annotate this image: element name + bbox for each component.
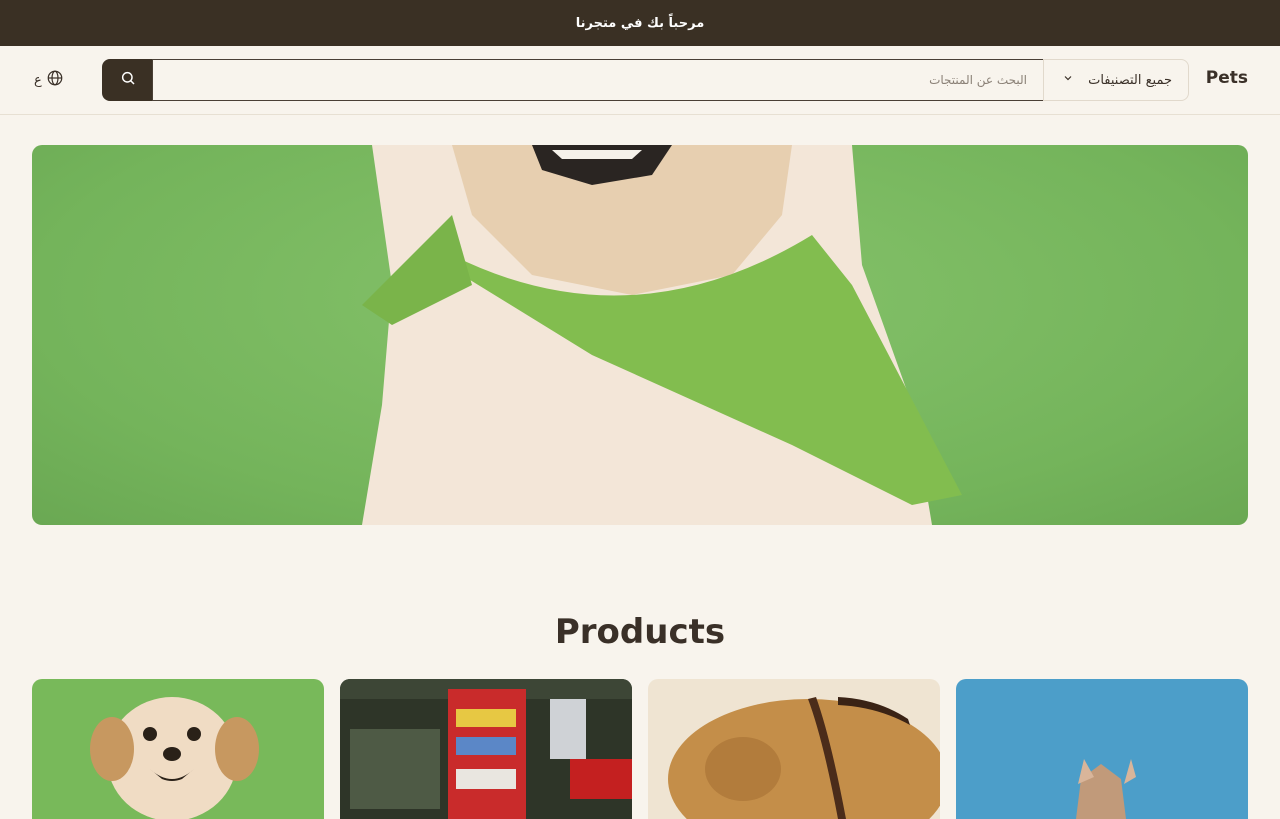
hero-banner[interactable] (32, 145, 1248, 525)
site-header: ع جميع التصنيفات Pets (0, 46, 1280, 115)
language-label: ع (34, 72, 42, 88)
language-switcher[interactable]: ع (34, 68, 74, 92)
search-button[interactable] (102, 59, 153, 101)
product-image (340, 679, 632, 819)
chevron-down-icon (1062, 72, 1074, 88)
product-card[interactable] (32, 679, 324, 819)
announcement-bar: مرحباً بك في متجرنا (0, 0, 1280, 46)
announcement-text: مرحباً بك في متجرنا (575, 15, 705, 31)
search-input[interactable] (152, 59, 1044, 101)
globe-icon (46, 69, 64, 91)
products-heading: Products (554, 612, 726, 652)
product-card[interactable] (340, 679, 632, 819)
brand-logo[interactable]: Pets (1206, 68, 1248, 88)
product-image (1076, 759, 1136, 819)
product-image (90, 697, 259, 819)
hero-dog-image (362, 145, 962, 525)
product-image (668, 697, 940, 819)
category-select-value: جميع التصنيفات (1088, 72, 1172, 88)
search-icon (120, 70, 136, 90)
product-card[interactable] (648, 679, 940, 819)
category-select[interactable]: جميع التصنيفات (1043, 59, 1189, 101)
product-card[interactable] (956, 679, 1248, 819)
